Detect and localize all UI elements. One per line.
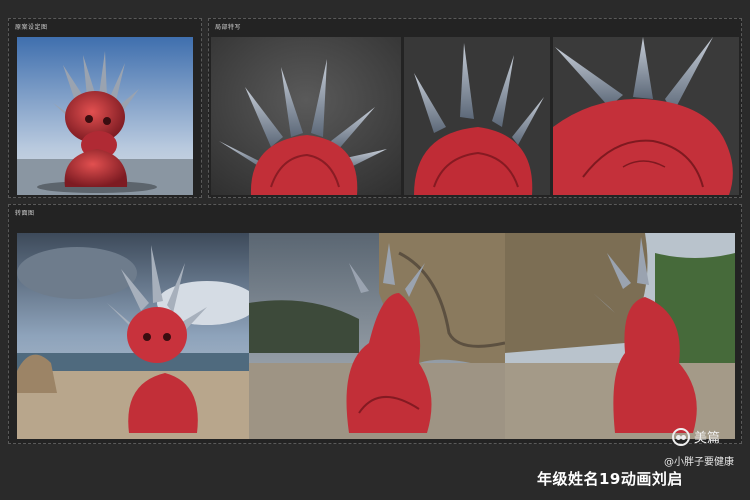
- brand-watermark: 美篇: [672, 427, 720, 446]
- turnaround-front-image: [17, 233, 249, 439]
- footer-title: 年级姓名19动画刘启: [537, 470, 683, 488]
- detail-panel-title: 局部特写: [215, 24, 242, 31]
- turnaround-back-image: [249, 233, 505, 439]
- concept-panel: 原案设定图: [8, 18, 202, 198]
- brand-name: 美篇: [694, 431, 721, 446]
- turnaround-side-image: [505, 233, 735, 439]
- detail-image-3: [553, 37, 739, 195]
- author-credit: @小胖子要健康: [664, 457, 734, 468]
- detail-panel: 局部特写: [208, 18, 742, 198]
- detail-image-1: [211, 37, 401, 195]
- concept-render-image: [17, 37, 193, 195]
- meipian-logo-icon: [672, 427, 690, 446]
- turnaround-panel: 转面图: [8, 204, 742, 444]
- concept-panel-title: 原案设定图: [15, 24, 48, 31]
- turnaround-panel-title: 转面图: [15, 210, 35, 217]
- detail-image-2: [404, 37, 550, 195]
